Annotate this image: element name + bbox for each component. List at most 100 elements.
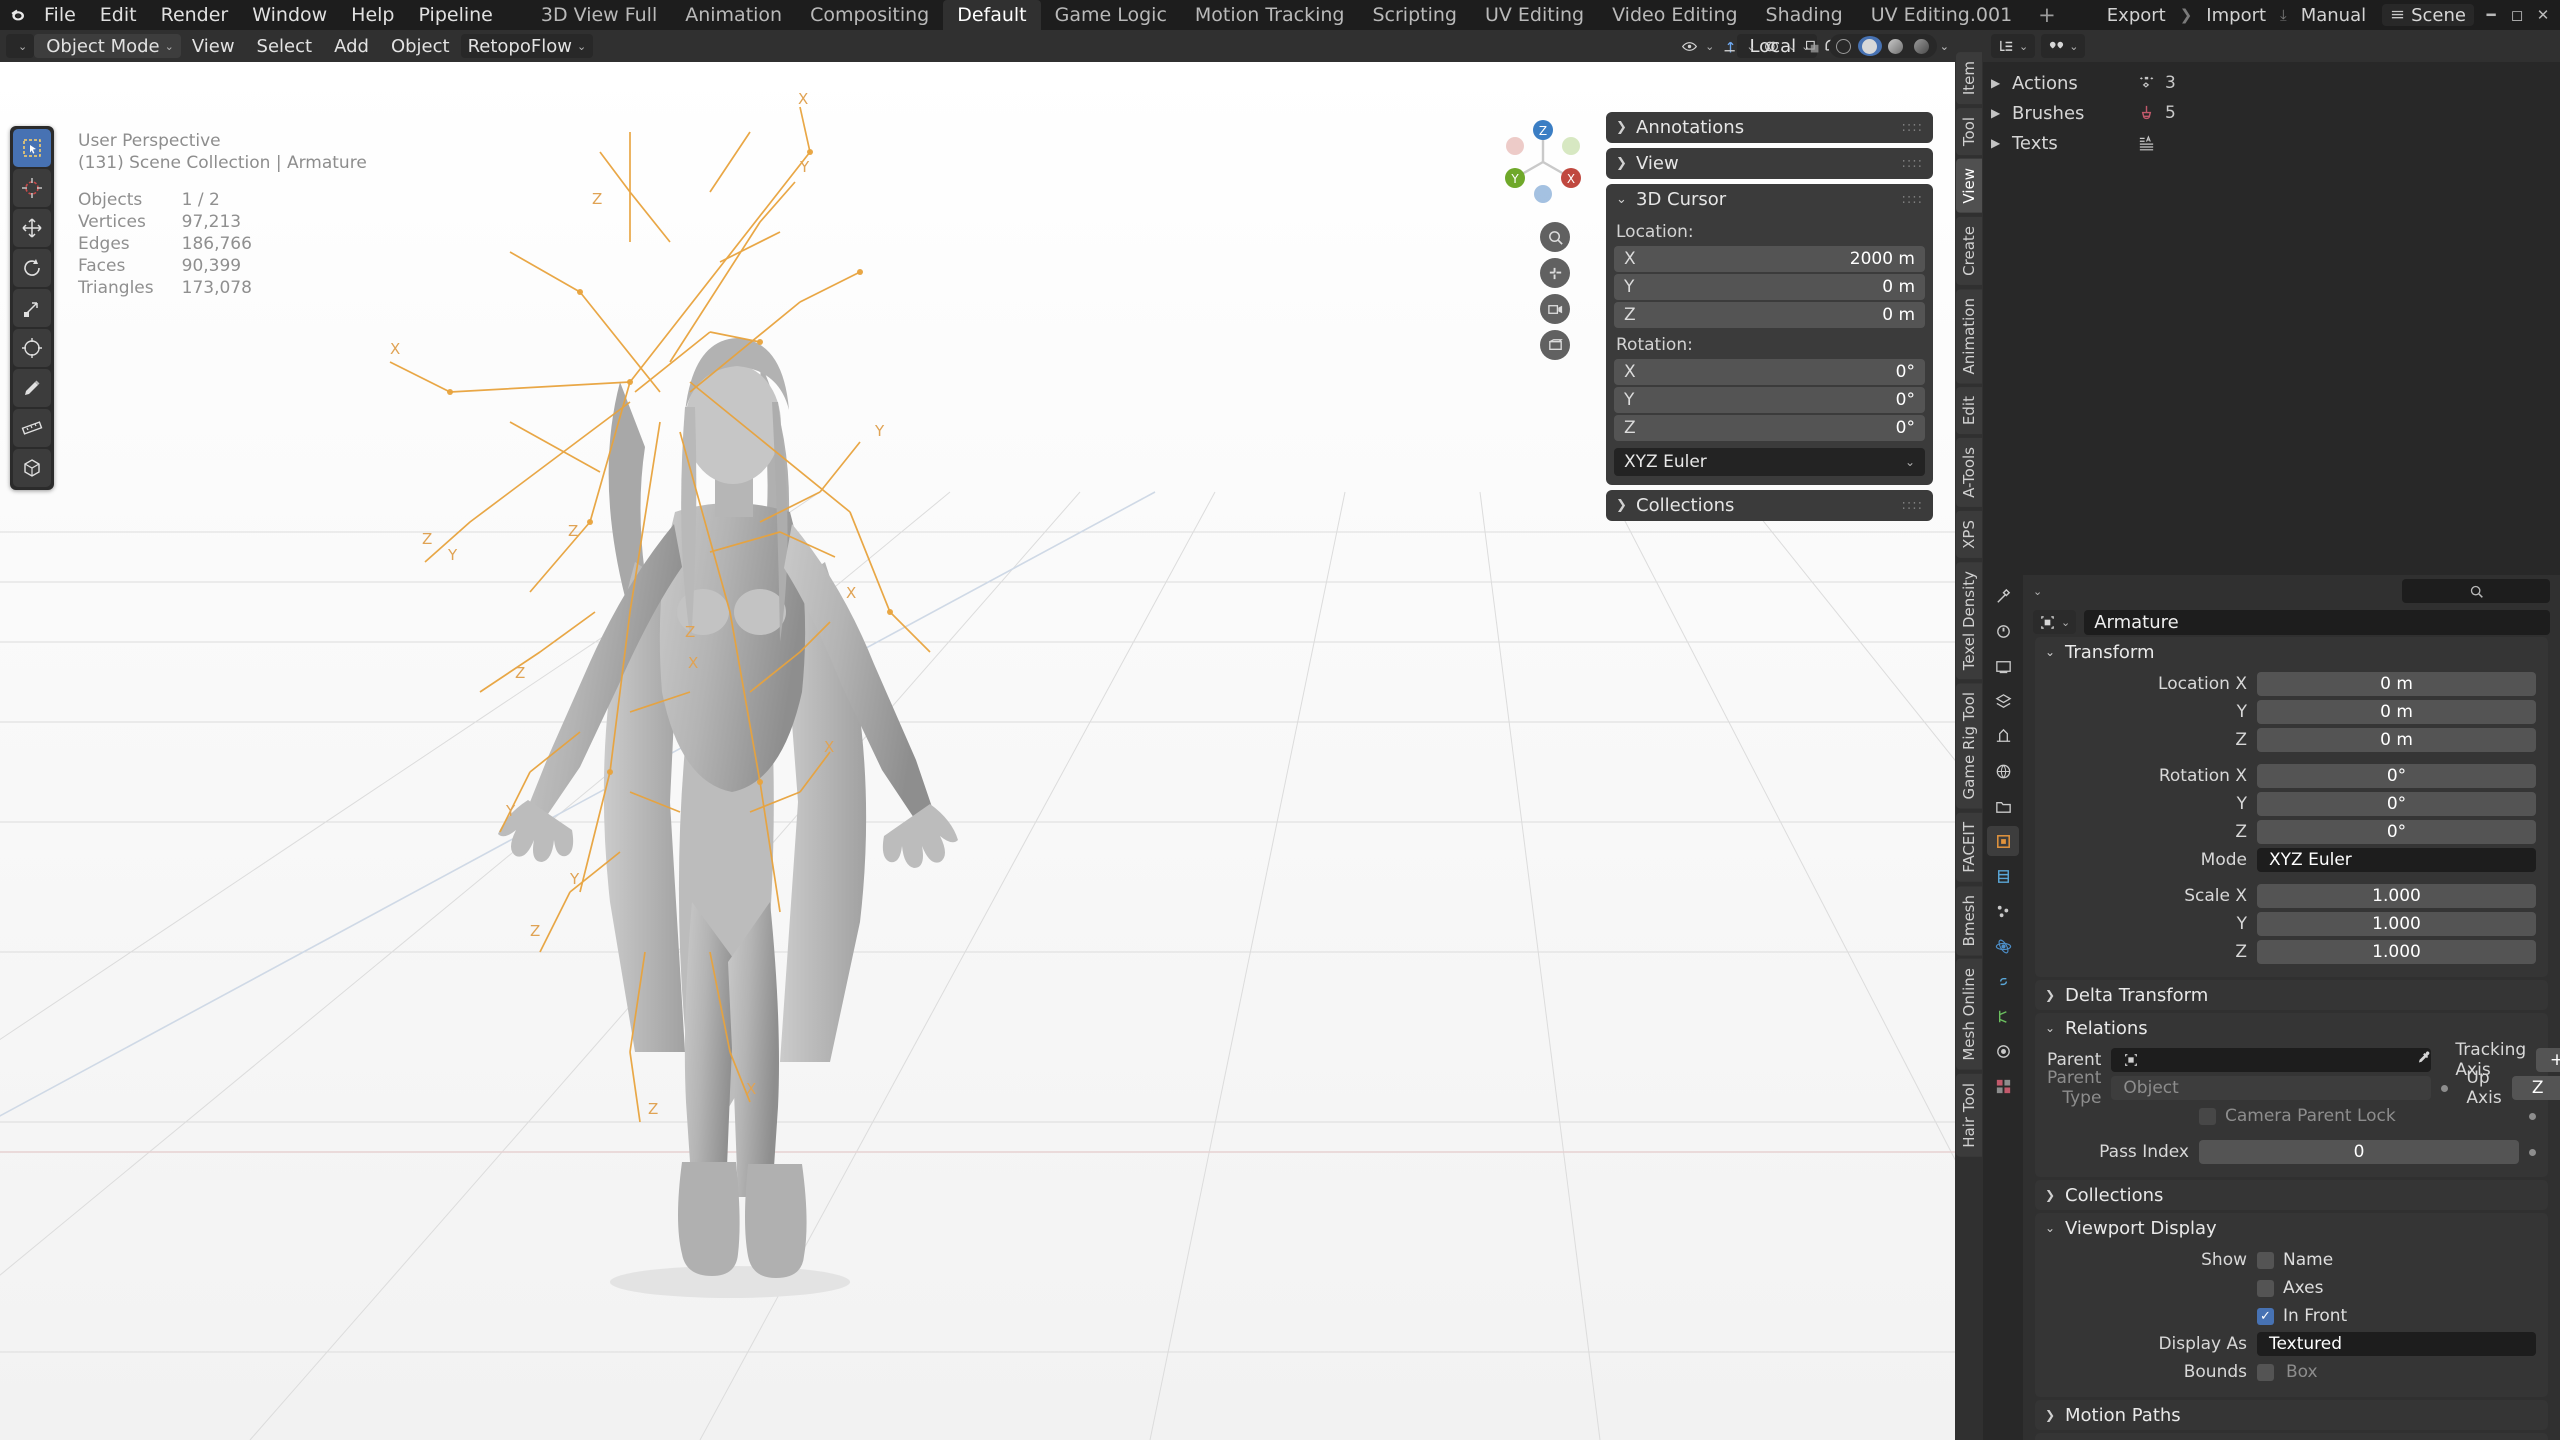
workspace-tab-default[interactable]: Default (943, 0, 1041, 30)
scene-selector[interactable]: Scene (2382, 4, 2474, 26)
section-collections[interactable]: ❯ Collections (2035, 1180, 2548, 1210)
outliner-row-brushes[interactable]: ▶ Brushes 5 (1983, 98, 2560, 128)
xray-toggle-icon[interactable] (1800, 34, 1826, 58)
field-rotation-z[interactable]: 0° (2257, 820, 2536, 844)
section-motion-paths[interactable]: ❯ Motion Paths (2035, 1400, 2548, 1430)
move-tool-button[interactable] (13, 209, 51, 247)
disclosure-triangle-icon[interactable]: ▶ (1991, 76, 2003, 90)
editor-type-button[interactable]: ⌄ (6, 34, 35, 58)
add-cube-tool-button[interactable] (13, 449, 51, 487)
animate-property-dot-icon[interactable] (2529, 1148, 2536, 1156)
cursor-location-z[interactable]: Z 0 m (1614, 302, 1925, 328)
section-relations-header[interactable]: ⌄ Relations (2035, 1013, 2548, 1043)
toggle-perspective-button[interactable] (1540, 330, 1570, 360)
overlays-caret-icon[interactable]: ⌄ (1788, 40, 1797, 53)
transform-tool-button[interactable] (13, 329, 51, 367)
maximize-button[interactable]: ◻ (2504, 2, 2530, 28)
workspace-tab-compositing[interactable]: Compositing (796, 0, 943, 30)
cursor-rotation-mode-dropdown[interactable]: XYZ Euler ⌄ (1614, 448, 1925, 476)
checkbox-bounds[interactable] (2257, 1363, 2274, 1381)
workspace-tab-video-editing[interactable]: Video Editing (1598, 0, 1751, 30)
rotate-tool-button[interactable] (13, 249, 51, 287)
overlays-icon[interactable] (1759, 34, 1785, 58)
menu-help[interactable]: Help (339, 2, 406, 28)
sidebar-tab-animation[interactable]: Animation (1956, 288, 1982, 384)
workspace-tab-3d-view-full[interactable]: 3D View Full (527, 0, 671, 30)
properties-tab-render[interactable] (1987, 616, 2019, 646)
sidebar-tab-a-tools[interactable]: A-Tools (1956, 438, 1982, 508)
viewport-menu-select[interactable]: Select (246, 34, 324, 58)
workspace-tab-animation[interactable]: Animation (671, 0, 796, 30)
import-button[interactable]: Import (2194, 2, 2278, 29)
properties-tab-modifier[interactable] (1987, 861, 2019, 891)
animate-property-dot-icon[interactable] (2441, 1084, 2449, 1092)
properties-tab-data[interactable] (1987, 1001, 2019, 1031)
menu-edit[interactable]: Edit (88, 2, 149, 28)
section-visibility[interactable]: ❯ Visibility (2035, 1433, 2548, 1440)
workspace-tab-shading[interactable]: Shading (1752, 0, 1857, 30)
shading-material-button[interactable] (1884, 36, 1908, 56)
animate-property-dot-icon[interactable] (2529, 1112, 2536, 1120)
navigation-gizmo[interactable]: Z X Y (1491, 110, 1595, 214)
panel-drag-dots-icon[interactable]: :::: (1901, 499, 1923, 512)
properties-tab-world[interactable] (1987, 756, 2019, 786)
sidebar-tab-view[interactable]: View (1956, 159, 1982, 213)
field-location-z[interactable]: 0 m (2257, 728, 2536, 752)
field-rotation-y[interactable]: 0° (2257, 792, 2536, 816)
sidebar-tab-create[interactable]: Create (1956, 216, 1982, 285)
properties-tab-tool[interactable] (1987, 581, 2019, 611)
field-parent[interactable] (2111, 1048, 2432, 1072)
properties-tab-physics[interactable] (1987, 931, 2019, 961)
properties-tab-output[interactable] (1987, 651, 2019, 681)
shading-mode-group[interactable] (1828, 34, 1937, 58)
workspace-tab-scripting[interactable]: Scripting (1358, 0, 1471, 30)
field-location-x[interactable]: 0 m (2257, 672, 2536, 696)
disclosure-triangle-icon[interactable]: ▶ (1991, 106, 2003, 120)
menu-pipeline[interactable]: Pipeline (407, 2, 505, 28)
properties-tab-scene[interactable] (1987, 721, 2019, 751)
cursor-location-y[interactable]: Y 0 m (1614, 274, 1925, 300)
properties-tab-object[interactable] (1987, 826, 2019, 856)
close-button[interactable]: ✕ (2530, 2, 2556, 28)
gizmo-caret-icon[interactable]: ⌄ (1746, 40, 1755, 53)
panel-drag-dots-icon[interactable]: :::: (1901, 157, 1923, 170)
export-button[interactable]: Export (2095, 2, 2178, 29)
section-delta-transform[interactable]: ❯ Delta Transform (2035, 980, 2548, 1010)
retopoflow-menu[interactable]: RetopoFlow ⌄ (460, 34, 594, 58)
outliner-row-texts[interactable]: ▶ Texts (1983, 128, 2560, 158)
camera-view-button[interactable] (1540, 294, 1570, 324)
sidebar-tab-bmesh[interactable]: Bmesh (1956, 885, 1982, 955)
properties-editor-type-caret-icon[interactable]: ⌄ (2033, 585, 2042, 598)
field-scale-z[interactable]: 1.000 (2257, 940, 2536, 964)
panel-annotations[interactable]: ❯ Annotations :::: (1606, 112, 1933, 143)
workspace-tab-motion-tracking[interactable]: Motion Tracking (1181, 0, 1359, 30)
visibility-eye-icon[interactable] (1676, 34, 1702, 58)
shading-rendered-button[interactable] (1910, 36, 1934, 56)
cursor-tool-button[interactable] (13, 169, 51, 207)
sidebar-tab-texel-density[interactable]: Texel Density (1956, 562, 1982, 680)
menu-window[interactable]: Window (240, 2, 339, 28)
zoom-button[interactable] (1540, 222, 1570, 252)
field-parent-type[interactable]: Object (2111, 1076, 2432, 1100)
field-rotation-x[interactable]: 0° (2257, 764, 2536, 788)
outliner-row-actions[interactable]: ▶ Actions 3 (1983, 68, 2560, 98)
workspace-tab-uv-editing[interactable]: UV Editing (1471, 0, 1598, 30)
checkbox-in-front[interactable] (2257, 1307, 2274, 1325)
sidebar-tab-tool[interactable]: Tool (1956, 108, 1982, 156)
properties-tab-constraint[interactable] (1987, 966, 2019, 996)
3d-viewport[interactable]: XX ZZ ZZ YY XY XZ YX ZX ZY User Perspect… (0, 62, 1955, 1440)
sidebar-tab-xps[interactable]: XPS (1956, 511, 1982, 559)
measure-tool-button[interactable] (13, 409, 51, 447)
shading-caret-icon[interactable]: ⌄ (1940, 40, 1949, 53)
scale-tool-button[interactable] (13, 289, 51, 327)
section-viewport-display-header[interactable]: ⌄ Viewport Display (2035, 1213, 2548, 1243)
panel-view[interactable]: ❯ View :::: (1606, 148, 1933, 179)
properties-tab-material[interactable] (1987, 1036, 2019, 1066)
select-box-tool-button[interactable] (13, 129, 51, 167)
sidebar-tab-hair-tool[interactable]: Hair Tool (1956, 1073, 1982, 1157)
field-pass-index[interactable]: 0 (2199, 1140, 2519, 1164)
properties-tab-texture[interactable] (1987, 1071, 2019, 1101)
menu-file[interactable]: File (32, 2, 88, 28)
eyedropper-icon[interactable] (2415, 1050, 2431, 1071)
checkbox-show-axes[interactable] (2257, 1279, 2274, 1297)
